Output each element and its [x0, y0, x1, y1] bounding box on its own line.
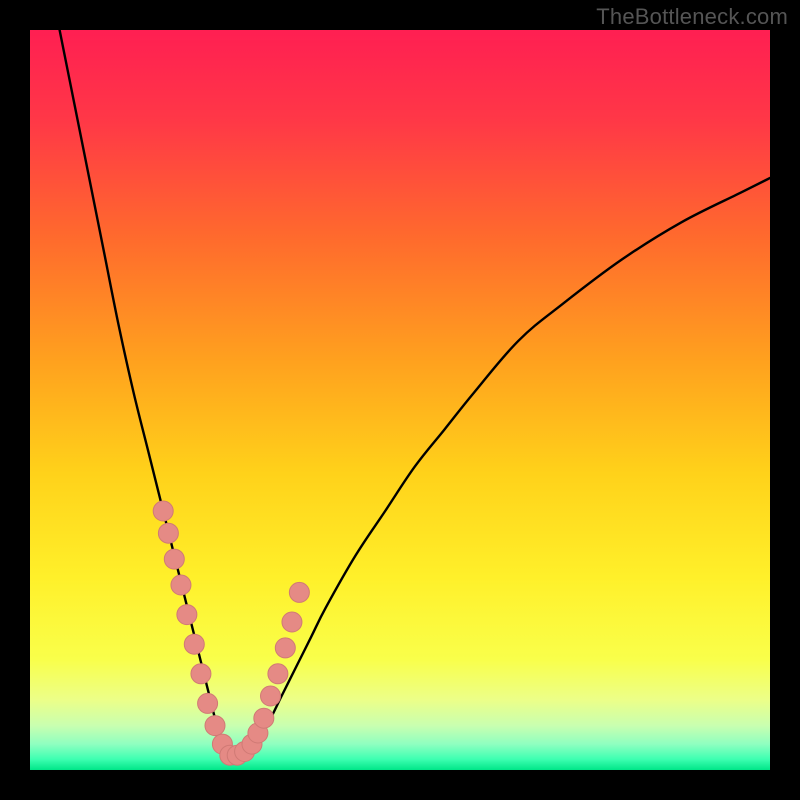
marker-point	[289, 582, 309, 602]
marker-point	[205, 716, 225, 736]
bottleneck-curve	[60, 30, 770, 757]
marker-point	[282, 612, 302, 632]
highlight-markers	[153, 501, 309, 765]
marker-point	[275, 638, 295, 658]
marker-point	[158, 523, 178, 543]
marker-point	[198, 693, 218, 713]
marker-point	[171, 575, 191, 595]
marker-point	[261, 686, 281, 706]
chart-frame: TheBottleneck.com	[0, 0, 800, 800]
marker-point	[177, 605, 197, 625]
watermark-text: TheBottleneck.com	[596, 4, 788, 30]
marker-point	[191, 664, 211, 684]
marker-point	[268, 664, 288, 684]
bottleneck-curve-svg	[30, 30, 770, 770]
marker-point	[254, 708, 274, 728]
marker-point	[164, 549, 184, 569]
plot-area	[30, 30, 770, 770]
marker-point	[184, 634, 204, 654]
marker-point	[153, 501, 173, 521]
